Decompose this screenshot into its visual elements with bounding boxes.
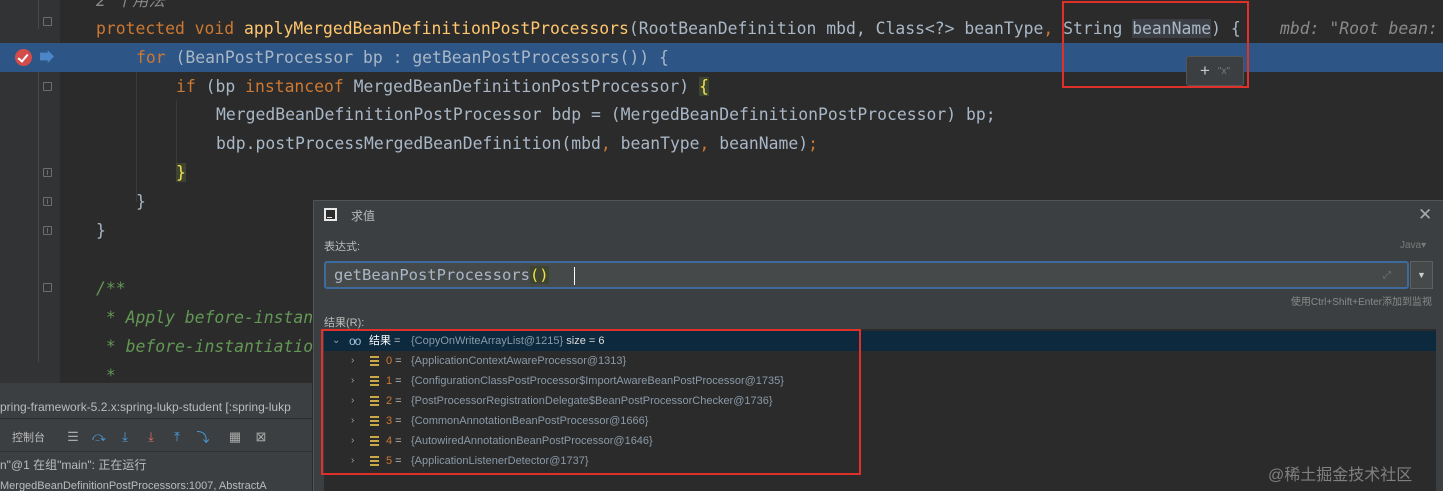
expression-method: getBeanPostProcessors xyxy=(334,266,530,284)
code-line-9[interactable]: /** xyxy=(96,274,126,303)
fold-marker[interactable] xyxy=(43,17,52,26)
code-text: (RootBeanDefinition mbd, Class<?> beanTy… xyxy=(628,19,1044,38)
fold-marker[interactable] xyxy=(43,283,52,292)
doc-comment: /** xyxy=(96,279,126,298)
brace-match: { xyxy=(699,77,709,96)
expand-icon[interactable]: ⤢ xyxy=(1383,270,1391,281)
code-text: (BeanPostProcessor bp : getBeanPostProce… xyxy=(175,48,669,67)
code-line-2[interactable]: for (BeanPostProcessor bp : getBeanPostP… xyxy=(136,43,669,72)
keyword: if xyxy=(176,77,206,96)
result-label: 结果(R): xyxy=(324,317,365,329)
settings-icon[interactable]: ⊠ xyxy=(248,427,274,447)
gutter-guide xyxy=(38,0,39,29)
code-text: beanName) xyxy=(709,134,809,153)
dialog-title-bar[interactable]: 求值 ✕ xyxy=(314,201,1443,229)
evaluate-grid-icon[interactable]: ▦ xyxy=(222,427,248,447)
code-line-4[interactable]: MergedBeanDefinitionPostProcessor bdp = … xyxy=(216,100,996,129)
step-out-icon[interactable]: ⤒ xyxy=(164,427,190,447)
code-text: } xyxy=(96,221,106,240)
usage-hint-text: 2 个用法 xyxy=(96,0,165,10)
dialog-title: 求值 xyxy=(351,209,376,223)
intellij-logo-icon xyxy=(324,208,337,221)
annotation-box-beanname xyxy=(1062,1,1249,88)
stack-frame-text: MergedBeanDefinitionPostProcessors:1007,… xyxy=(0,480,267,491)
code-text: beanType xyxy=(610,134,700,153)
expression-label: 表达式: xyxy=(324,241,361,253)
expression-parens: () xyxy=(529,266,549,284)
layout-icon[interactable]: ☰ xyxy=(60,427,86,447)
text-caret xyxy=(574,267,575,285)
comma: , xyxy=(600,134,611,153)
method-name: applyMergedBeanDefinitionPostProcessors xyxy=(244,19,629,38)
code-text: } xyxy=(136,192,146,211)
code-line-5[interactable]: bdp.postProcessMergedBeanDefinition(mbd,… xyxy=(216,129,818,158)
language-selector[interactable]: Java▾ xyxy=(1400,240,1426,251)
project-label: pring-framework-5.2.x:spring-lukp-studen… xyxy=(0,400,291,414)
keyword: instanceof xyxy=(245,77,354,96)
code-text: MergedBeanDefinitionPostProcessor bdp = … xyxy=(216,105,996,124)
step-over-icon[interactable]: ⤼ xyxy=(86,427,112,447)
watermark: @稀土掘金技术社区 xyxy=(1268,467,1413,484)
step-into-icon[interactable]: ⤓ xyxy=(112,427,138,447)
force-step-into-icon[interactable]: ⤓ xyxy=(138,427,164,447)
semicolon: ; xyxy=(808,134,818,153)
code-line-7[interactable]: } xyxy=(136,187,146,216)
doc-comment: * Apply before-instan xyxy=(96,308,314,327)
comma: , xyxy=(1043,19,1054,38)
code-text: (bp xyxy=(205,77,246,96)
project-tab[interactable]: pring-framework-5.2.x:spring-lukp-studen… xyxy=(0,395,312,419)
thread-status[interactable]: n"@1 在组"main": 正在运行 xyxy=(0,455,312,475)
code-line-6[interactable]: } xyxy=(176,158,186,187)
fold-marker[interactable] xyxy=(43,226,52,235)
fold-marker[interactable] xyxy=(43,82,52,91)
history-dropdown-icon[interactable]: ▼ xyxy=(1410,261,1433,289)
keyword: protected void xyxy=(96,19,245,38)
run-to-cursor-icon[interactable]: ⤵ xyxy=(190,427,216,447)
code-text: bdp.postProcessMergedBeanDefinition(mbd xyxy=(216,134,601,153)
console-tab[interactable]: 控制台 xyxy=(12,429,45,445)
breakpoint-icon[interactable] xyxy=(15,49,32,66)
stack-frame[interactable]: MergedBeanDefinitionPostProcessors:1007,… xyxy=(0,478,312,491)
code-line-10[interactable]: * Apply before-instan xyxy=(96,303,313,332)
code-line-11[interactable]: * before-instantiatio xyxy=(96,332,313,361)
annotation-box-result xyxy=(321,329,861,475)
debug-toolbar: 控制台 ☰ ⤼ ⤓ ⤓ ⤒ ⤵ ▦ ⊠ xyxy=(0,422,312,452)
inline-debug-hint: mbd: "Root bean: c xyxy=(1280,19,1443,38)
expression-text: getBeanPostProcessors() xyxy=(334,264,549,287)
doc-comment: * before-instantiatio xyxy=(96,337,314,356)
expression-input[interactable]: getBeanPostProcessors() ⤢ xyxy=(324,261,1409,289)
fold-marker[interactable] xyxy=(43,168,52,177)
code-line-8[interactable]: } xyxy=(96,216,106,245)
thread-status-text: n"@1 在组"main": 正在运行 xyxy=(0,458,147,472)
brace-match: } xyxy=(176,163,186,182)
fold-marker[interactable] xyxy=(43,197,52,206)
keyword: for xyxy=(136,48,176,67)
language-label: Java xyxy=(1400,240,1422,251)
gutter-guide xyxy=(38,72,39,362)
comma: , xyxy=(699,134,710,153)
close-icon[interactable]: ✕ xyxy=(1418,205,1432,225)
add-to-watches-hint: 使用Ctrl+Shift+Enter添加到监视 xyxy=(1290,297,1432,308)
indent-guide xyxy=(136,72,137,202)
code-text: MergedBeanDefinitionPostProcessor) xyxy=(353,77,700,96)
code-line-3[interactable]: if (bp instanceof MergedBeanDefinitionPo… xyxy=(176,72,709,101)
usage-hint[interactable]: 2 个用法 xyxy=(96,0,165,15)
